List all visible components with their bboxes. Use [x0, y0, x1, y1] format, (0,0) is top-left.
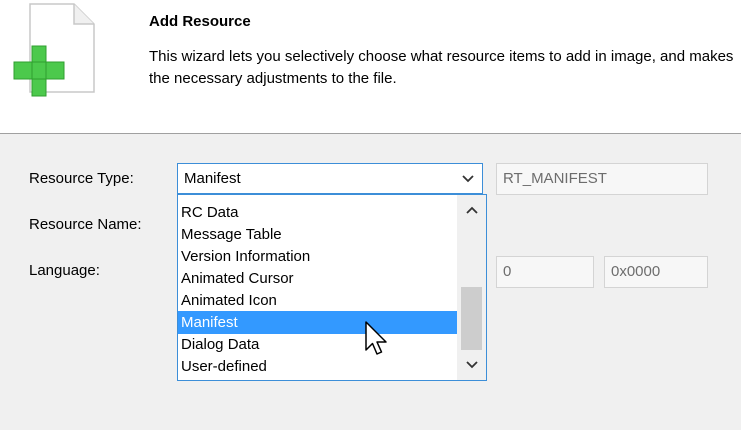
list-item[interactable]: Version Information — [178, 245, 458, 268]
chevron-down-icon[interactable] — [454, 164, 482, 193]
list-item[interactable]: Dialog Data — [178, 333, 458, 356]
add-resource-document-icon — [13, 3, 95, 97]
language-hex-field[interactable]: 0x0000 — [604, 256, 708, 288]
scrollbar-thumb[interactable] — [461, 287, 482, 350]
list-item[interactable]: User-defined — [178, 355, 458, 378]
resource-type-dropdown-list[interactable]: RC Data Message Table Version Informatio… — [177, 194, 487, 381]
list-item[interactable]: Animated Icon — [178, 289, 458, 312]
list-item-selected[interactable]: Manifest — [178, 311, 458, 334]
language-id-field[interactable]: 0 — [496, 256, 594, 288]
resource-type-label: Resource Type: — [29, 170, 134, 187]
resource-type-id-field[interactable]: RT_MANIFEST — [496, 163, 708, 195]
dropdown-scrollbar[interactable] — [457, 195, 486, 380]
resource-name-label: Resource Name: — [29, 216, 142, 233]
dropdown-items: RC Data Message Table Version Informatio… — [178, 202, 458, 378]
wizard-title: Add Resource — [149, 13, 251, 30]
wizard-header: Add Resource This wizard lets you select… — [0, 0, 741, 134]
mouse-pointer-icon — [365, 321, 387, 355]
list-item[interactable]: RC Data — [178, 201, 458, 224]
language-label: Language: — [29, 262, 100, 279]
wizard-description: This wizard lets you selectively choose … — [149, 48, 734, 87]
scroll-up-icon[interactable] — [457, 200, 486, 220]
scroll-down-icon[interactable] — [457, 355, 486, 375]
list-item[interactable]: Message Table — [178, 223, 458, 246]
resource-type-value: Manifest — [184, 170, 241, 187]
resource-type-combobox[interactable]: Manifest — [177, 163, 483, 194]
list-item[interactable]: Animated Cursor — [178, 267, 458, 290]
